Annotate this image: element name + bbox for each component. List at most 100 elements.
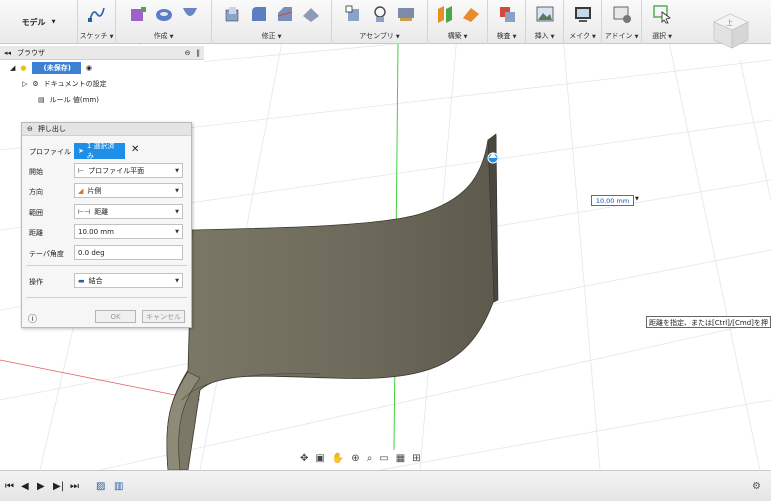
offset-plane-icon[interactable] (435, 4, 455, 24)
start-dropdown[interactable]: ⊢ プロファイル平面 ▼ (74, 163, 183, 178)
insert-group[interactable]: 挿入 ▼ (526, 0, 564, 44)
profile-plane-icon: ⊢ (78, 166, 85, 175)
zoom-icon[interactable]: ⊕ (351, 453, 359, 464)
step-back-icon[interactable]: ◀ (21, 481, 29, 492)
chevron-down-icon: ▼ (109, 34, 114, 40)
direction-dropdown[interactable]: ◢ 片側 ▼ (74, 183, 183, 198)
look-at-icon[interactable]: ▣ (315, 453, 324, 464)
chevron-down-icon: ▼ (463, 34, 468, 40)
info-icon[interactable]: ⓘ (28, 312, 37, 325)
3d-print-icon[interactable] (573, 4, 593, 24)
construct-group[interactable]: 構築 ▼ (428, 0, 488, 44)
units-icon: ▤ (38, 96, 45, 104)
group-label-construct: 構築 (447, 32, 462, 40)
expanded-triangle-icon[interactable]: ◢ (10, 64, 15, 72)
distance-row: 距離 10.00 mm ▼ (22, 224, 191, 240)
radio-icon[interactable]: ◉ (86, 64, 92, 72)
viewports-icon[interactable]: ⊞ (412, 453, 420, 464)
root-node-label[interactable]: (未保存) (31, 62, 81, 74)
dropdown-arrow-icon: ▼ (175, 278, 179, 284)
inspect-group[interactable]: 検査 ▼ (488, 0, 526, 44)
root-node[interactable]: ◢ ● (未保存) ◉ (0, 60, 204, 76)
joint-origin-icon[interactable] (396, 4, 416, 24)
scripts-icon[interactable] (612, 4, 632, 24)
start-row: 開始 ⊢ プロファイル平面 ▼ (22, 163, 191, 179)
profile-select-button[interactable]: ➤ 1 選択済み (74, 142, 125, 160)
units-node[interactable]: ▤ ルール 値(mm) (0, 92, 204, 108)
browser-header: ◂◂ ブラウザ ⊖ ‖ (0, 46, 204, 60)
sketch-icon[interactable] (87, 4, 107, 24)
select-group[interactable]: 選択 ▼ (642, 0, 682, 44)
extruded-body (166, 133, 499, 471)
select-icon[interactable] (652, 4, 672, 24)
insert-image-icon[interactable] (535, 4, 555, 24)
collapse-left-icon[interactable]: ◂◂ (4, 49, 11, 57)
modify-group[interactable]: 修正 ▼ (212, 0, 332, 44)
start-label: 開始 (29, 168, 43, 176)
extrude-feature-icon[interactable]: ▥ (114, 481, 123, 492)
gear-icon: ⚙ (32, 80, 39, 88)
doc-settings-node[interactable]: ▷ ⚙ ドキュメントの設定 (0, 76, 204, 92)
extent-row: 範囲 ⊢⊣ 距離 ▼ (22, 204, 191, 220)
minus-circle-icon[interactable]: ⊖ (185, 49, 191, 57)
taper-input[interactable]: 0.0 deg (74, 245, 183, 260)
press-pull-icon[interactable] (223, 4, 243, 24)
distance-input[interactable]: 10.00 mm ▼ (74, 224, 183, 239)
navigation-bar: ✥ ▣ ✋ ⊕ ⌕ ▭ ▦ ⊞ (300, 450, 421, 466)
torus-icon[interactable] (154, 4, 174, 24)
extent-dropdown[interactable]: ⊢⊣ 距離 ▼ (74, 204, 183, 219)
go-to-end-icon[interactable]: ⏭ (70, 481, 79, 492)
orbit-icon[interactable]: ✥ (300, 453, 308, 464)
sketch-group[interactable]: スケッチ ▼ (78, 0, 116, 44)
chamfer-icon[interactable] (275, 4, 295, 24)
step-forward-icon[interactable]: ▶| (53, 481, 64, 492)
dropdown-arrow-icon[interactable]: ▼ (635, 196, 639, 202)
sketch-feature-icon[interactable]: ▨ (96, 481, 105, 492)
clear-selection-icon[interactable]: ✕ (131, 144, 139, 155)
shell-icon[interactable] (301, 4, 321, 24)
new-component-icon[interactable] (344, 4, 364, 24)
operation-label: 操作 (29, 278, 43, 286)
view-cube[interactable]: 上 (706, 8, 752, 52)
sweep-icon[interactable] (180, 4, 200, 24)
create-group[interactable]: 作成 ▼ (116, 0, 212, 44)
addins-group[interactable]: アドイン ▼ (602, 0, 642, 44)
minus-circle-icon[interactable]: ⊖ (27, 125, 33, 133)
ok-button[interactable]: OK (95, 310, 136, 323)
measure-icon[interactable] (497, 4, 517, 24)
cancel-button[interactable]: キャンセル (142, 310, 185, 323)
zoom-window-icon[interactable]: ⌕ (367, 453, 373, 464)
gear-icon[interactable]: ⚙ (752, 481, 761, 492)
group-label-inspect: 検査 (496, 32, 511, 40)
chevron-down-icon: ▼ (51, 19, 56, 25)
fillet-icon[interactable] (249, 4, 269, 24)
play-icon[interactable]: ▶ (37, 481, 45, 492)
dialog-title: 押し出し (37, 125, 66, 133)
dropdown-arrow-icon: ▼ (175, 209, 179, 215)
distance-label: 距離 (29, 229, 43, 237)
operation-dropdown[interactable]: ▬ 結合 ▼ (74, 273, 183, 288)
distance-manipulator-input[interactable]: 10.00 mm (591, 195, 634, 206)
collapsed-triangle-icon[interactable]: ▷ (22, 80, 27, 88)
profile-label: プロファイル (29, 148, 71, 156)
grid-settings-icon[interactable]: ▦ (396, 453, 405, 464)
chevron-down-icon: ▼ (512, 34, 517, 40)
go-to-start-icon[interactable]: ⏮ (5, 481, 14, 492)
divider (26, 265, 187, 266)
direction-row: 方向 ◢ 片側 ▼ (22, 183, 191, 199)
pan-hand-icon[interactable]: ✋ (332, 453, 344, 464)
extent-label: 範囲 (29, 209, 43, 217)
chevron-down-icon: ▼ (169, 34, 174, 40)
plane-angle-icon[interactable] (461, 4, 481, 24)
lightbulb-icon[interactable]: ● (20, 64, 26, 72)
assemble-group[interactable]: アセンブリ ▼ (332, 0, 428, 44)
display-settings-icon[interactable]: ▭ (379, 453, 388, 464)
make-group[interactable]: メイク ▼ (564, 0, 602, 44)
start-value: プロファイル平面 (88, 166, 145, 175)
workspace-switcher[interactable]: モデル ▼ (0, 0, 78, 44)
box-icon[interactable] (128, 4, 148, 24)
joint-icon[interactable] (370, 4, 390, 24)
pin-icon[interactable]: ‖ (197, 49, 201, 57)
dropdown-arrow-icon[interactable]: ▼ (175, 229, 179, 235)
operation-row: 操作 ▬ 結合 ▼ (22, 273, 191, 289)
